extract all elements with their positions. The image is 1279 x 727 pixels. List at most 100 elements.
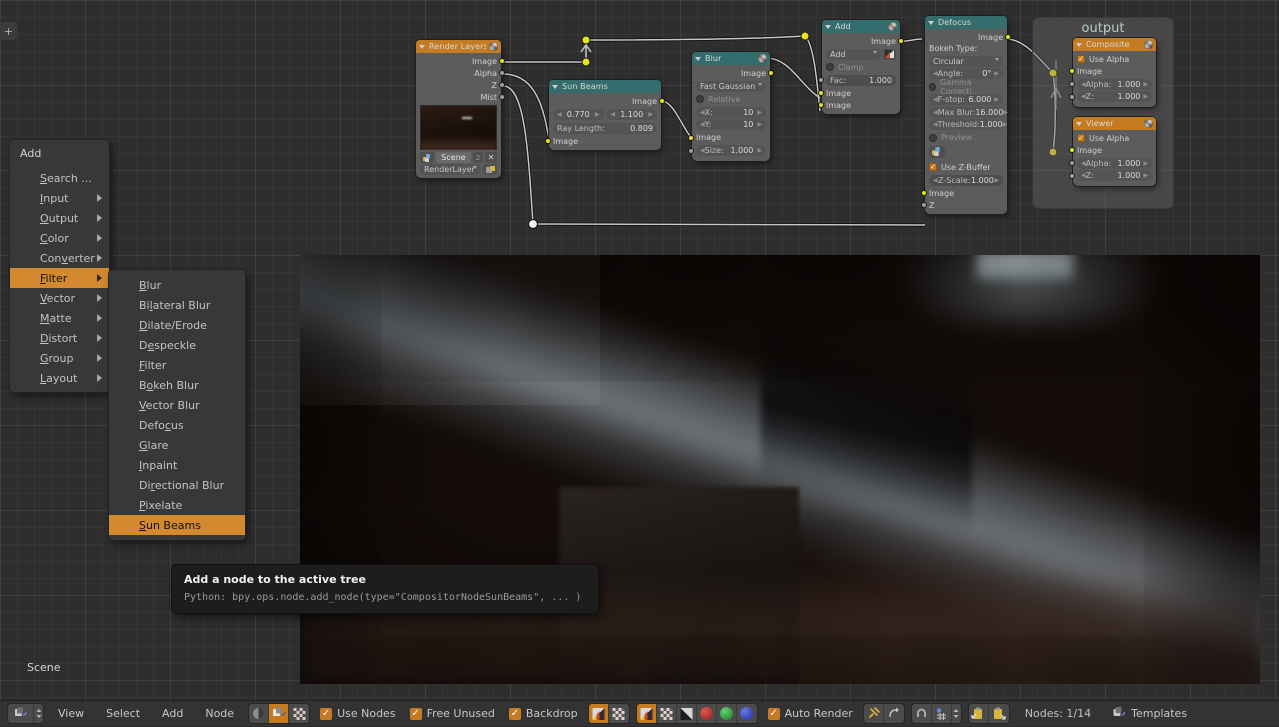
ray-length-field[interactable]: Ray Length: 0.809	[553, 122, 657, 134]
alpha-field[interactable]: ◀ Alpha: 1.000 ▶	[1069, 157, 1152, 169]
scene-datablock-icon[interactable]	[929, 145, 945, 158]
collapse-triangle-icon[interactable]	[825, 24, 831, 29]
checkbox-box[interactable]	[696, 95, 704, 103]
output-z[interactable]: Z	[420, 79, 505, 91]
increment-arrow-icon[interactable]: ▶	[648, 111, 653, 118]
input-image[interactable]: Image	[1069, 65, 1152, 77]
filter-submenu[interactable]: Blur Bilateral Blur Dilate/Erode Despeck…	[109, 270, 245, 540]
menu-item-filter[interactable]: Filter	[10, 268, 109, 288]
input-image[interactable]: Image	[1069, 144, 1152, 156]
menu-item-group[interactable]: Group	[10, 348, 109, 368]
snap-group-a[interactable]	[863, 704, 904, 723]
shader-tree-icon[interactable]	[249, 704, 270, 723]
socket-mist-out[interactable]	[499, 94, 505, 100]
submenu-item-inpaint[interactable]: Inpaint	[109, 455, 245, 475]
preview-checkbox[interactable]: Preview	[929, 132, 1003, 144]
checkbox-box[interactable]	[826, 63, 834, 71]
relative-checkbox[interactable]: Relative	[696, 93, 766, 105]
checkbox-box[interactable]: ✓	[508, 707, 521, 720]
checkbox-box[interactable]: ✓	[929, 163, 937, 171]
snap-target-icon[interactable]	[931, 704, 952, 723]
collapse-triangle-icon[interactable]	[1076, 42, 1082, 47]
node-header[interactable]: Render Layers	[416, 40, 501, 53]
node-tree-type-group[interactable]	[249, 704, 310, 723]
socket-image-out[interactable]	[1005, 34, 1011, 40]
decrement-arrow-icon[interactable]: ◀	[611, 111, 616, 118]
magnet-icon[interactable]	[911, 704, 932, 723]
fac-field[interactable]: Fac: 1.000	[818, 74, 896, 86]
collapse-triangle-icon[interactable]	[695, 56, 701, 61]
editor-type-chevron-icon[interactable]	[34, 704, 43, 723]
collapse-triangle-icon[interactable]	[419, 44, 425, 49]
z-field[interactable]: ◀ Z: 1.000 ▶	[1069, 170, 1152, 181]
node-composite[interactable]: Composite ✓ Use Alpha Image ◀ Alpha: 1.0…	[1069, 38, 1156, 107]
increment-arrow-icon[interactable]: ▶	[757, 121, 762, 128]
collapse-triangle-icon[interactable]	[928, 20, 934, 25]
use-zbuffer-checkbox[interactable]: ✓ Use Z-Buffer	[929, 161, 1003, 173]
submenu-item-blur[interactable]: Blur	[109, 275, 245, 295]
socket-z-out[interactable]	[499, 82, 505, 88]
collapse-triangle-icon[interactable]	[552, 84, 558, 89]
templates-button[interactable]: Templates	[1106, 704, 1193, 723]
checkbox-box[interactable]: ✓	[767, 707, 780, 720]
submenu-item-bokeh-blur[interactable]: Bokeh Blur	[109, 375, 245, 395]
snap-group-b[interactable]	[911, 704, 961, 723]
socket-alpha-in[interactable]	[1069, 160, 1075, 166]
scene-datablock-row[interactable]	[929, 145, 1003, 160]
increment-arrow-icon[interactable]: ▶	[1143, 172, 1148, 179]
checkbox-box[interactable]	[929, 133, 937, 142]
socket-image-out[interactable]	[659, 98, 665, 104]
size-y-field[interactable]: ◀ Y: 10 ▶	[696, 119, 766, 130]
input-z[interactable]: Z	[921, 199, 1003, 211]
socket-image-in[interactable]	[1069, 147, 1075, 153]
toolshelf-tab-handle[interactable]: +	[0, 22, 17, 40]
menu-item-layout[interactable]: Layout	[10, 368, 109, 388]
socket-image-out[interactable]	[898, 38, 904, 44]
submenu-item-vector-blur[interactable]: Vector Blur	[109, 395, 245, 415]
socket-image-in[interactable]	[921, 190, 927, 196]
use-alpha-checkbox[interactable]: ✓ Use Alpha	[1077, 53, 1152, 65]
socket-image-in[interactable]	[1069, 68, 1075, 74]
node-blur[interactable]: Blur Image Fast Gaussian Relative ◀ X: 1…	[688, 52, 774, 161]
snap-chevron-icon[interactable]	[951, 704, 961, 723]
pin-icon[interactable]	[863, 704, 884, 723]
menu-item-search[interactable]: Search ...	[10, 168, 109, 188]
bokeh-type-dropdown[interactable]: Circular	[929, 55, 1003, 67]
render-preview-icon[interactable]	[489, 42, 498, 51]
input-image[interactable]: Image	[545, 135, 657, 147]
source-y-field[interactable]: ◀ 1.100 ▶	[606, 108, 657, 120]
scene-selector-row[interactable]: Scene 2 ✕	[420, 152, 497, 163]
node-preview-icon[interactable]	[1144, 119, 1153, 128]
node-sun-beams[interactable]: Sun Beams Image ◀ 0.770 ▶ ◀ 1.100 ▶ Ray …	[545, 80, 665, 150]
increment-arrow-icon[interactable]: ▶	[994, 70, 999, 77]
node-preview-icon[interactable]	[758, 54, 767, 63]
alpha-field[interactable]: ◀ Alpha: 1.000 ▶	[1069, 78, 1152, 90]
socket-z-in[interactable]	[1069, 172, 1075, 179]
menu-item-distort[interactable]: Distort	[10, 328, 109, 348]
node-add-mix[interactable]: Add Image Add Clamp Fac: 1.000 Image Ima…	[818, 20, 904, 114]
renderlayer-selector-row[interactable]: RenderLayer	[420, 164, 497, 175]
increment-arrow-icon[interactable]: ▶	[1003, 121, 1008, 128]
filter-type-dropdown[interactable]: Fast Gaussian	[696, 80, 766, 92]
color-ramp-icon[interactable]	[883, 48, 896, 60]
menu-node[interactable]: Node	[194, 701, 245, 727]
node-viewer[interactable]: Viewer ✓ Use Alpha Image ◀ Alpha: 1.000 …	[1069, 117, 1156, 186]
output-image[interactable]: Image	[826, 35, 904, 47]
menu-item-input[interactable]: Input	[10, 188, 109, 208]
node-header[interactable]: Composite	[1073, 38, 1156, 51]
increment-arrow-icon[interactable]: ▶	[1143, 160, 1148, 167]
angle-field[interactable]: ◀ Angle: 0° ▶	[929, 68, 1003, 79]
submenu-item-pixelate[interactable]: Pixelate	[109, 495, 245, 515]
alpha-channel-icon[interactable]	[608, 704, 629, 723]
collapse-triangle-icon[interactable]	[1076, 121, 1082, 126]
blue-channel-dot[interactable]	[736, 704, 757, 723]
input-image[interactable]: Image	[688, 132, 766, 144]
new-renderlayer-icon[interactable]	[483, 164, 497, 175]
node-header[interactable]: Add	[822, 20, 900, 33]
socket-fac-in[interactable]	[818, 77, 824, 83]
backdrop-toggle[interactable]: ✓ Backdrop	[508, 707, 578, 720]
scene-name-field[interactable]: Scene	[436, 152, 471, 163]
copy-icon[interactable]	[968, 704, 989, 723]
unlink-scene-button[interactable]: ✕	[485, 152, 497, 163]
submenu-item-bilateral-blur[interactable]: Bilateral Blur	[109, 295, 245, 315]
